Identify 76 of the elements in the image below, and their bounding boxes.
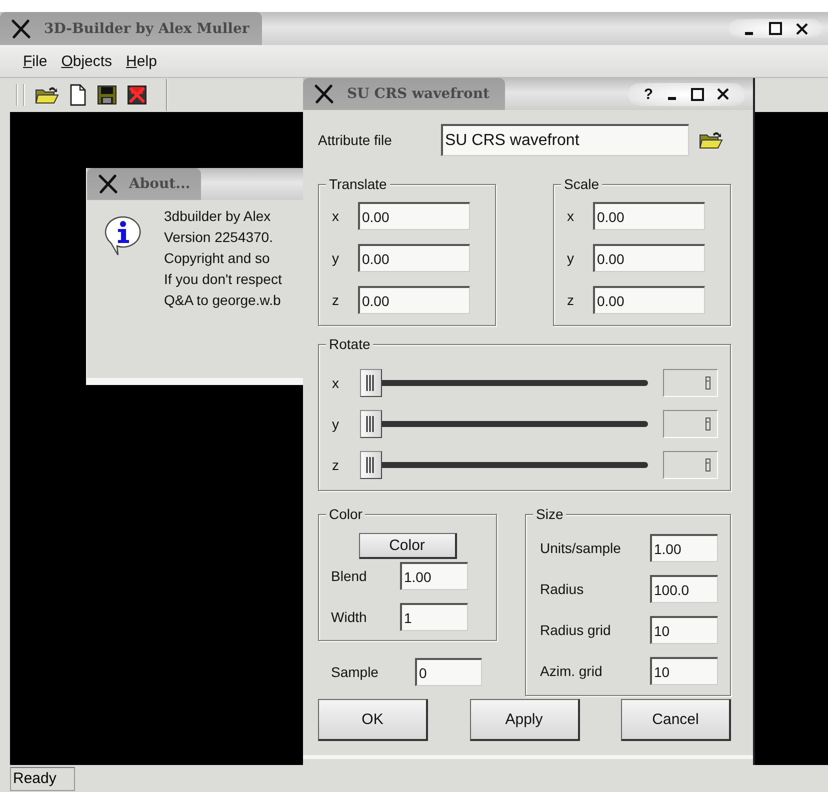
dialog-button[interactable]: Cancel — [621, 699, 731, 741]
field-label: y — [567, 250, 575, 266]
field-label: z — [567, 292, 575, 308]
info-icon — [104, 215, 142, 257]
input-field[interactable]: 1.00 — [400, 562, 468, 590]
group-title: Rotate — [326, 336, 374, 352]
group-title: Scale — [561, 176, 602, 192]
about-text-line: Version 2254370. — [164, 228, 274, 247]
field-label: Attribute file — [318, 132, 393, 148]
x-logo-icon — [97, 174, 119, 194]
group-title: Color — [326, 506, 366, 522]
missing-glyph-icon — [705, 376, 711, 390]
group-title: Translate — [326, 176, 390, 192]
field-label: y — [332, 416, 340, 432]
open-folder-icon[interactable] — [698, 130, 724, 150]
field-label: Width — [331, 609, 368, 625]
about-text-line: Copyright and so — [164, 249, 271, 268]
field-label: z — [332, 457, 340, 473]
x-logo-icon — [10, 18, 32, 38]
menu-item[interactable]: Help — [126, 50, 157, 72]
field-label: x — [567, 208, 575, 224]
field-label: Radius grid — [540, 622, 612, 638]
input-field[interactable]: 10 — [650, 657, 718, 685]
field-label: x — [332, 208, 340, 224]
maximize-icon[interactable] — [769, 22, 782, 35]
input-field[interactable]: 0.00 — [593, 202, 705, 230]
input-field[interactable]: 0 — [415, 658, 482, 686]
input-field[interactable]: SU CRS wavefront — [441, 124, 689, 156]
about-text-line: Q&A to george.w.b — [164, 291, 282, 310]
close-icon[interactable] — [796, 22, 808, 34]
field-label: Units/sample — [540, 540, 622, 556]
missing-glyph-icon — [705, 417, 711, 431]
slider-thumb[interactable] — [360, 451, 382, 479]
menu-item[interactable]: File — [23, 50, 48, 72]
field-label: Azim. grid — [540, 663, 604, 679]
window-title: 3D-Builder by Alex Muller — [44, 20, 250, 36]
dialog-title: About... — [129, 176, 190, 192]
slider-thumb[interactable] — [360, 369, 382, 397]
dialog-title: SU CRS wavefront — [347, 86, 490, 102]
menu-item[interactable]: Objects — [61, 50, 112, 72]
slider[interactable] — [360, 451, 648, 479]
color-button[interactable]: Color — [358, 533, 456, 559]
input-field[interactable]: 1.00 — [650, 534, 718, 562]
field-label: y — [332, 250, 340, 266]
input-field[interactable]: 10 — [650, 616, 718, 644]
field-label: Sample — [331, 664, 380, 680]
input-field[interactable]: 0.00 — [593, 286, 705, 314]
save-icon[interactable] — [97, 85, 117, 105]
floppy-cross-icon[interactable] — [127, 85, 147, 105]
group-title: Size — [533, 506, 566, 522]
field-label: z — [332, 292, 340, 308]
field-label: x — [332, 375, 340, 391]
slider-thumb[interactable] — [360, 410, 382, 438]
maximize-icon[interactable] — [691, 88, 704, 100]
close-icon[interactable] — [717, 88, 729, 100]
slider[interactable] — [360, 410, 648, 438]
x-logo-icon — [313, 84, 335, 104]
status-text: Ready — [10, 766, 75, 790]
slider[interactable] — [360, 369, 648, 397]
dialog-button[interactable]: OK — [318, 699, 428, 741]
input-field[interactable]: 0.00 — [358, 202, 470, 230]
about-text-line: If you don't respect — [164, 270, 282, 289]
field-label: Radius — [540, 581, 585, 597]
about-text-line: 3dbuilder by Alex — [164, 207, 272, 226]
help-button[interactable]: ? — [644, 86, 653, 102]
input-field[interactable]: 0.00 — [358, 286, 470, 314]
field-label: Blend — [331, 568, 368, 584]
toolbar-grip[interactable] — [16, 84, 25, 106]
new-file-icon[interactable] — [69, 84, 87, 106]
open-folder-icon[interactable] — [35, 85, 59, 105]
dialog-button[interactable]: Apply — [470, 699, 580, 741]
missing-glyph-icon — [705, 458, 711, 472]
input-field[interactable]: 0.00 — [593, 244, 705, 272]
input-field[interactable]: 0.00 — [358, 244, 470, 272]
input-field[interactable]: 1 — [400, 603, 468, 631]
input-field[interactable]: 100.0 — [650, 575, 718, 603]
